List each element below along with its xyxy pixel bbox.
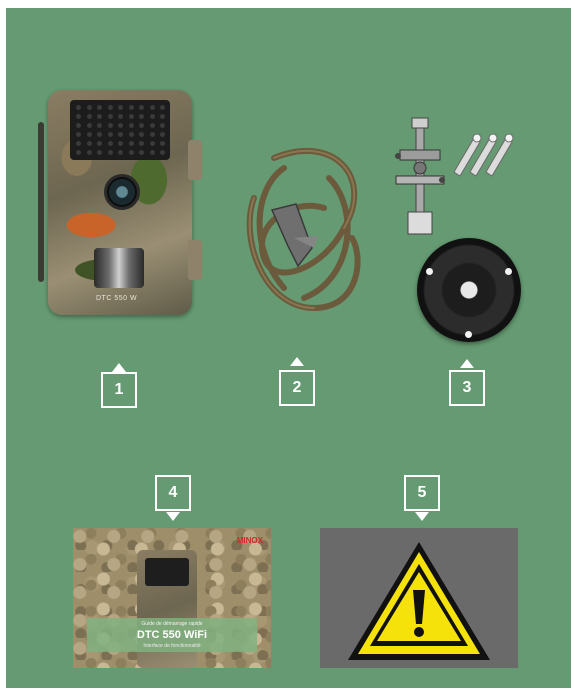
ir-led (97, 114, 102, 119)
camera-latch (188, 240, 202, 280)
ir-led (160, 123, 165, 128)
ir-led (118, 141, 123, 146)
ir-led (118, 123, 123, 128)
manual-icon: MINOX Guide de démarrage rapide DTC 550 … (73, 528, 271, 668)
manual-title: DTC 550 WiFi (136, 629, 208, 641)
ir-led (149, 150, 155, 155)
ir-led (86, 105, 92, 110)
ir-led (107, 132, 113, 137)
ir-led-panel (70, 100, 170, 160)
screw-hole (505, 268, 512, 275)
ir-led (107, 114, 113, 119)
screw-hole (426, 268, 433, 275)
ir-led (86, 123, 92, 128)
ir-led (128, 114, 134, 119)
ir-led (139, 141, 144, 146)
screws-icon (453, 133, 514, 177)
manual-brand: MINOX (236, 536, 263, 545)
ir-led (76, 141, 81, 146)
arrow-up-icon (290, 357, 304, 366)
manual-subtitle: Interface de fonctionnalité (143, 643, 201, 649)
ir-led (139, 132, 144, 137)
mount-bracket-icon (395, 117, 445, 235)
ir-led (86, 132, 92, 137)
arrow-down-icon (415, 512, 429, 521)
ir-led (128, 105, 134, 110)
ir-led (118, 150, 123, 155)
camera-latch (188, 140, 202, 180)
item-number-1: 1 (101, 372, 137, 408)
ir-led (97, 132, 102, 137)
antenna (38, 122, 44, 282)
ir-led (118, 114, 123, 119)
ir-led (107, 150, 113, 155)
item-number-2: 2 (279, 370, 315, 406)
ir-led (128, 150, 134, 155)
ir-led (118, 132, 123, 137)
ir-led (149, 141, 155, 146)
ir-led (128, 132, 134, 137)
ir-led (97, 123, 102, 128)
ir-led (160, 150, 165, 155)
ir-led (160, 114, 165, 119)
ir-led (86, 114, 92, 119)
camera-model-label: DTC 550 W (96, 295, 138, 302)
ir-led (139, 150, 144, 155)
ir-led (160, 141, 165, 146)
item-number-4: 4 (155, 475, 191, 511)
ir-led (97, 105, 102, 110)
item-number-5: 5 (404, 475, 440, 511)
ir-led (107, 105, 113, 110)
ir-led (149, 132, 155, 137)
ir-led (128, 141, 134, 146)
ir-led (139, 114, 144, 119)
ir-led (139, 123, 144, 128)
ir-led (149, 114, 155, 119)
ir-led (76, 132, 81, 137)
ir-led (160, 105, 165, 110)
ir-led (118, 105, 123, 110)
warning-card (320, 528, 518, 668)
ir-led (97, 141, 102, 146)
ir-led (139, 105, 144, 110)
manual-small-line: Guide de démarrage rapide (141, 621, 203, 627)
warning-icon (348, 542, 490, 660)
ir-led (86, 141, 92, 146)
screw-hole (465, 331, 472, 338)
ir-led (149, 123, 155, 128)
ir-led (76, 114, 81, 119)
strap-icon (246, 147, 361, 312)
ir-led (76, 150, 81, 155)
ir-led (128, 123, 134, 128)
camera-lens (104, 174, 140, 210)
ir-led (97, 150, 102, 155)
arrow-up-icon (460, 359, 474, 368)
pir-sensor (94, 248, 144, 288)
ir-led (160, 132, 165, 137)
ir-led (107, 141, 113, 146)
item-number-3: 3 (449, 370, 485, 406)
ir-led (107, 123, 113, 128)
manual-title-band: Guide de démarrage rapide DTC 550 WiFi I… (87, 618, 257, 652)
ir-led (86, 150, 92, 155)
ir-led (149, 105, 155, 110)
arrow-up-icon (112, 363, 126, 372)
trail-camera-icon: DTC 550 W (48, 90, 202, 315)
manual-camera-ir-panel (145, 558, 189, 586)
ir-led (76, 123, 81, 128)
ir-led (76, 105, 81, 110)
mounting-plate (417, 238, 521, 342)
arrow-down-icon (166, 512, 180, 521)
